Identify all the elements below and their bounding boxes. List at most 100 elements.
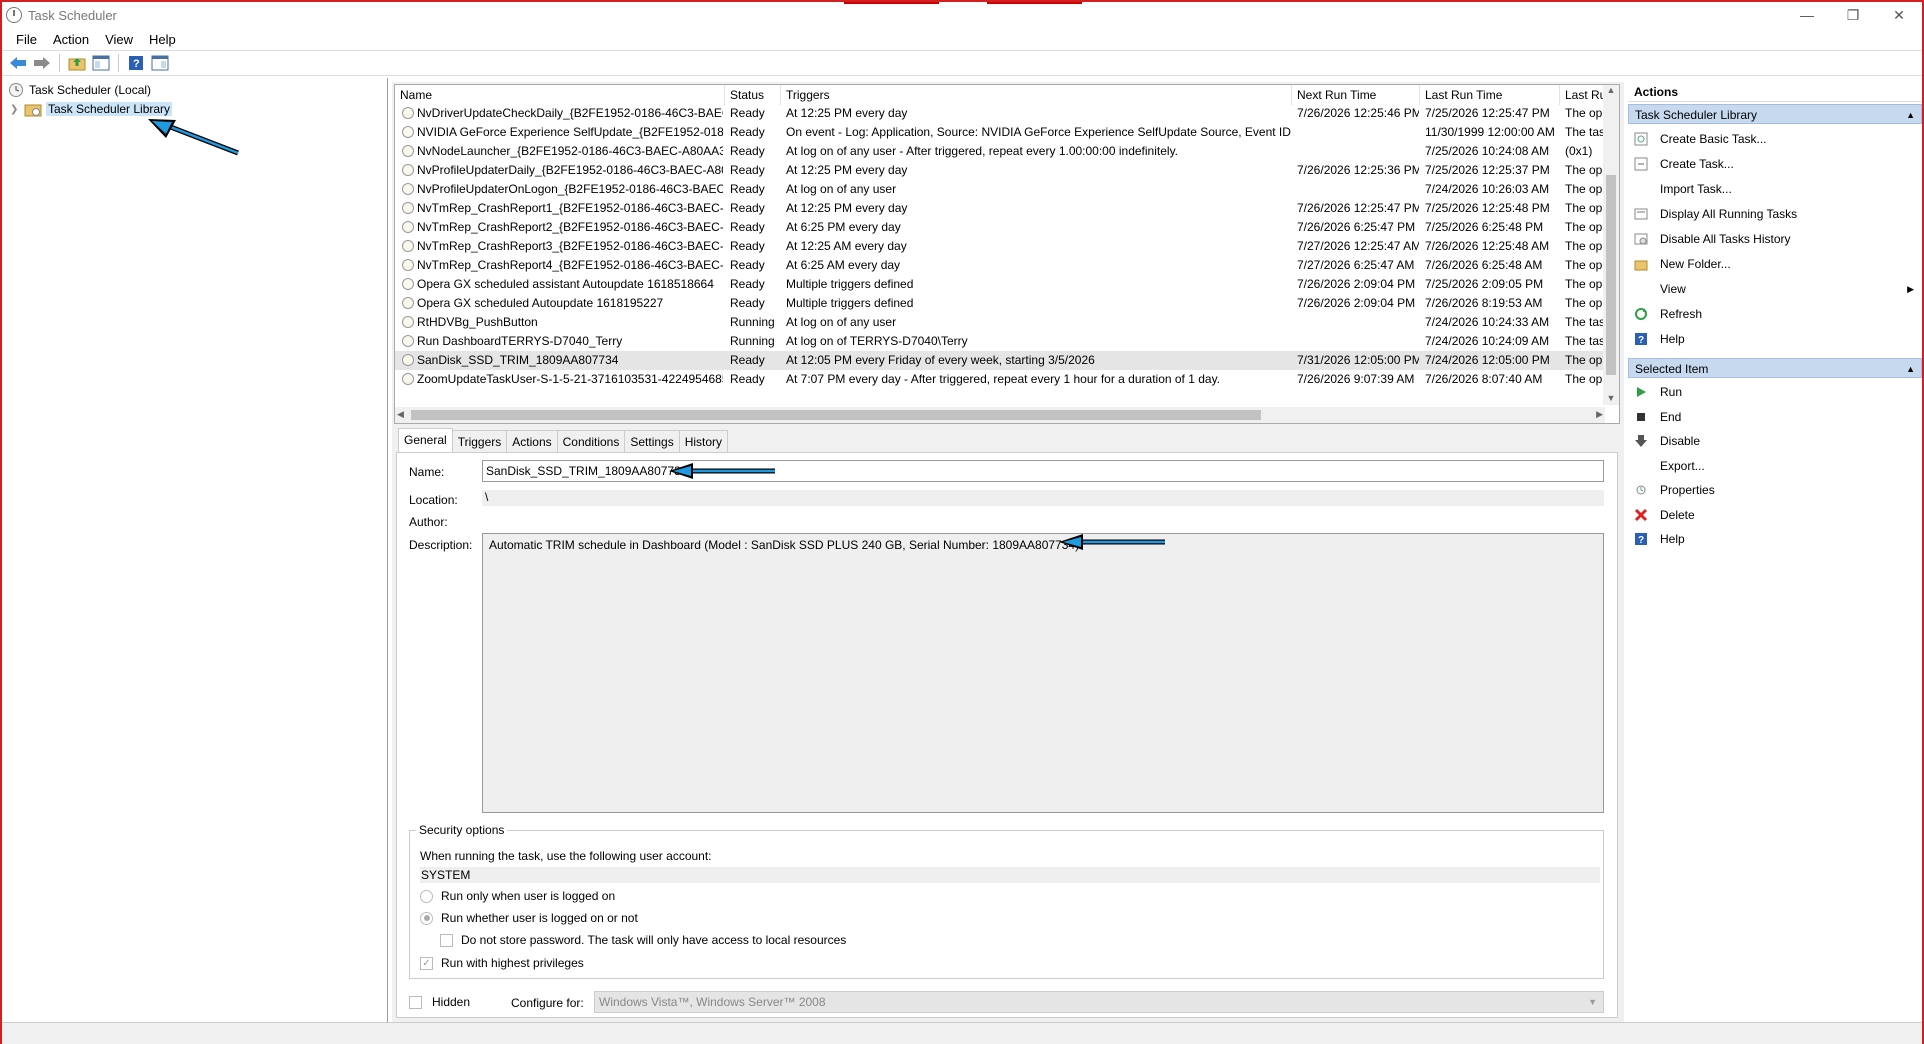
action-item-export[interactable]: Export... bbox=[1628, 455, 1922, 477]
table-row[interactable]: Opera GX scheduled Autoupdate 1618195227… bbox=[395, 294, 1605, 313]
menu-view[interactable]: View bbox=[97, 32, 141, 47]
checkbox-do-not-store-password[interactable]: Do not store password. The task will onl… bbox=[440, 933, 846, 947]
action-item-new-folder[interactable]: New Folder... bbox=[1628, 253, 1922, 275]
radio-selected-icon[interactable] bbox=[420, 911, 433, 925]
table-row[interactable]: NvTmRep_CrashReport2_{B2FE1952-0186-46C3… bbox=[395, 218, 1605, 237]
scroll-up-icon[interactable]: ▲ bbox=[1603, 85, 1619, 99]
vertical-scroll-thumb[interactable] bbox=[1606, 175, 1616, 375]
table-row[interactable]: NVIDIA GeForce Experience SelfUpdate_{B2… bbox=[395, 123, 1605, 142]
task-last-run-cell: 7/25/2026 6:25:48 PM bbox=[1425, 220, 1544, 234]
menu-action[interactable]: Action bbox=[45, 32, 97, 47]
vertical-scrollbar[interactable]: ▲ ▼ bbox=[1603, 85, 1619, 405]
close-button[interactable]: ✕ bbox=[1876, 2, 1922, 28]
action-item-view[interactable]: View ▶ bbox=[1628, 278, 1922, 300]
action-item-disable[interactable]: Disable bbox=[1628, 430, 1922, 452]
restore-button[interactable]: ❐ bbox=[1830, 2, 1876, 28]
collapse-up-icon[interactable]: ▲ bbox=[1906, 359, 1915, 379]
menu-file[interactable]: File bbox=[8, 32, 45, 47]
table-row[interactable]: Run DashboardTERRYS-D7040_Terry Running At… bbox=[395, 332, 1605, 351]
action-item-properties[interactable]: Properties bbox=[1628, 479, 1922, 501]
checkbox-empty-icon[interactable] bbox=[409, 995, 422, 1009]
table-row[interactable]: NvProfileUpdaterOnLogon_{B2FE1952-0186-4… bbox=[395, 180, 1605, 199]
running-tasks-icon bbox=[1634, 207, 1648, 221]
table-row[interactable]: SanDisk_SSD_TRIM_1809AA807734 Ready At 12:… bbox=[395, 351, 1605, 370]
tree-node-local[interactable]: Task Scheduler (Local) bbox=[8, 81, 151, 99]
show-hide-console-tree-button[interactable] bbox=[91, 53, 111, 73]
description-field[interactable]: Automatic TRIM schedule in Dashboard (Mo… bbox=[482, 533, 1604, 813]
horizontal-scroll-thumb[interactable] bbox=[411, 410, 1261, 420]
show-hide-action-pane-button[interactable] bbox=[150, 53, 170, 73]
tab-history[interactable]: History bbox=[678, 430, 729, 452]
name-field[interactable]: SanDisk_SSD_TRIM_1809AA807734 bbox=[482, 460, 1604, 482]
action-item-run[interactable]: Run bbox=[1628, 381, 1922, 403]
action-item-disable-all-tasks-history[interactable]: Disable All Tasks History bbox=[1628, 228, 1922, 250]
task-next-run-cell: 7/26/2026 6:25:47 PM bbox=[1297, 220, 1416, 234]
tab-actions[interactable]: Actions bbox=[506, 430, 558, 452]
scroll-right-icon[interactable]: ▶ bbox=[1596, 409, 1603, 420]
collapse-up-icon[interactable]: ▲ bbox=[1906, 105, 1915, 125]
tab-conditions[interactable]: Conditions bbox=[556, 430, 626, 452]
menu-help[interactable]: Help bbox=[141, 32, 184, 47]
configure-for-select[interactable]: Windows Vista™, Windows Server™ 2008 ▼ bbox=[594, 991, 1604, 1013]
task-status-cell: Ready bbox=[730, 163, 765, 177]
task-status-cell: Ready bbox=[730, 277, 765, 291]
task-triggers-cell: At log on of any user bbox=[786, 315, 897, 329]
action-item-end[interactable]: End bbox=[1628, 406, 1922, 428]
task-status-cell: Ready bbox=[730, 372, 765, 386]
checkbox-hidden[interactable]: Hidden bbox=[409, 995, 470, 1009]
up-folder-button[interactable] bbox=[67, 53, 87, 73]
section-selected-item[interactable]: Selected Item ▲ bbox=[1628, 358, 1922, 378]
table-row[interactable]: NvTmRep_CrashReport1_{B2FE1952-0186-46C3… bbox=[395, 199, 1605, 218]
column-header-next-run-time[interactable]: Next Run Time bbox=[1292, 85, 1420, 105]
chevron-down-icon[interactable]: ▼ bbox=[1588, 992, 1597, 1012]
action-item-label: Create Task... bbox=[1660, 157, 1734, 171]
back-button[interactable] bbox=[8, 53, 28, 73]
action-item-label: Export... bbox=[1660, 458, 1705, 473]
radio-run-only-logged-on[interactable]: Run only when user is logged on bbox=[420, 889, 615, 903]
action-item-display-all-running-tasks[interactable]: Display All Running Tasks bbox=[1628, 203, 1922, 225]
help-toolbar-button[interactable]: ? bbox=[126, 53, 146, 73]
action-item-refresh[interactable]: Refresh bbox=[1628, 303, 1922, 325]
table-row[interactable]: ZoomUpdateTaskUser-S-1-5-21-3716103531-4… bbox=[395, 370, 1605, 389]
minimize-button[interactable]: — bbox=[1784, 2, 1830, 28]
action-item-help[interactable]: ? Help bbox=[1628, 328, 1922, 350]
submenu-arrow-icon[interactable]: ▶ bbox=[1907, 284, 1914, 295]
section-task-scheduler-library[interactable]: Task Scheduler Library ▲ bbox=[1628, 104, 1922, 124]
table-row[interactable]: NvTmRep_CrashReport4_{B2FE1952-0186-46C3… bbox=[395, 256, 1605, 275]
table-row[interactable]: NvTmRep_CrashReport3_{B2FE1952-0186-46C3… bbox=[395, 237, 1605, 256]
tab-general[interactable]: General bbox=[398, 428, 453, 452]
tab-settings[interactable]: Settings bbox=[624, 430, 680, 452]
column-header-status[interactable]: Status bbox=[725, 85, 781, 105]
column-header-name[interactable]: Name bbox=[395, 85, 725, 105]
task-clock-icon bbox=[402, 335, 414, 347]
table-row[interactable]: Opera GX scheduled assistant Autoupdate … bbox=[395, 275, 1605, 294]
checkbox-checked-icon[interactable]: ✓ bbox=[420, 956, 433, 970]
section-task-scheduler-library-label: Task Scheduler Library bbox=[1635, 108, 1758, 122]
task-last-run-cell: 7/25/2026 12:25:48 PM bbox=[1425, 201, 1550, 215]
action-item-create-basic-task[interactable]: Create Basic Task... bbox=[1628, 128, 1922, 150]
radio-empty-icon[interactable] bbox=[420, 889, 433, 903]
expand-chevron-icon[interactable]: ❯ bbox=[10, 104, 24, 115]
column-header-last-run-result[interactable]: Last Ru bbox=[1560, 85, 1605, 105]
checkbox-hidden-label: Hidden bbox=[432, 995, 471, 1009]
forward-button[interactable] bbox=[32, 53, 52, 73]
checkbox-empty-icon[interactable] bbox=[440, 933, 453, 947]
column-header-triggers[interactable]: Triggers bbox=[781, 85, 1292, 105]
table-row[interactable]: RtHDVBg_PushButton Running At log on of an… bbox=[395, 313, 1605, 332]
radio-run-whether-logged-on[interactable]: Run whether user is logged on or not bbox=[420, 911, 638, 925]
table-row[interactable]: NvDriverUpdateCheckDaily_{B2FE1952-0186-… bbox=[395, 104, 1605, 123]
scroll-down-icon[interactable]: ▼ bbox=[1603, 393, 1619, 403]
scroll-left-icon[interactable]: ◀ bbox=[397, 409, 404, 420]
checkbox-run-highest-privileges[interactable]: ✓ Run with highest privileges bbox=[420, 956, 584, 970]
table-row[interactable]: NvProfileUpdaterDaily_{B2FE1952-0186-46C… bbox=[395, 161, 1605, 180]
task-triggers-cell: At log on of any user bbox=[786, 182, 897, 196]
horizontal-scrollbar[interactable]: ◀ ▶ bbox=[395, 407, 1605, 423]
task-name-cell: ZoomUpdateTaskUser-S-1-5-21-3716103531-4… bbox=[417, 372, 723, 386]
table-row[interactable]: NvNodeLauncher_{B2FE1952-0186-46C3-BAEC-… bbox=[395, 142, 1605, 161]
action-item-create-task[interactable]: Create Task... bbox=[1628, 153, 1922, 175]
action-item-help[interactable]: ? Help bbox=[1628, 528, 1922, 550]
column-header-last-run-time[interactable]: Last Run Time bbox=[1420, 85, 1560, 105]
tab-triggers[interactable]: Triggers bbox=[451, 430, 508, 452]
action-item-delete[interactable]: Delete bbox=[1628, 504, 1922, 526]
action-item-import-task[interactable]: Import Task... bbox=[1628, 178, 1922, 200]
